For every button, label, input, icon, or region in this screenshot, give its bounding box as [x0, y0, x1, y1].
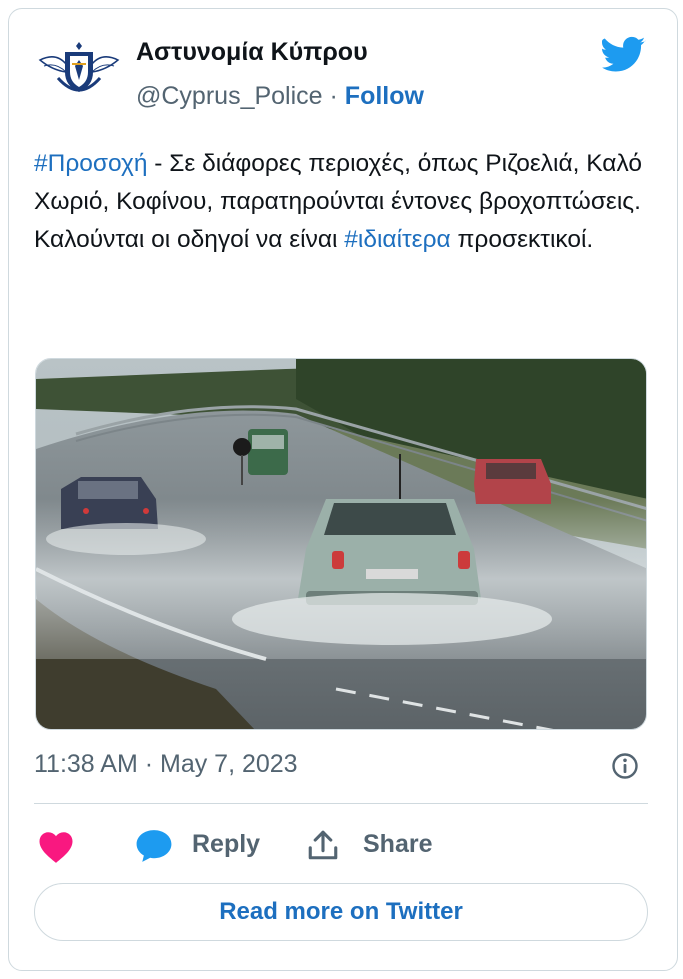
author-handle-row: @Cyprus_Police · Follow — [136, 82, 424, 111]
hashtag-link[interactable]: #ιδιαίτερα — [344, 226, 450, 253]
hashtag-link[interactable]: #Προσοχή — [34, 150, 147, 177]
reply-button[interactable]: Reply — [192, 830, 260, 859]
author-name[interactable]: Αστυνομία Κύπρου — [136, 38, 368, 67]
author-handle[interactable]: @Cyprus_Police — [136, 82, 323, 110]
share-icon[interactable] — [306, 828, 340, 862]
police-crest-avatar[interactable] — [36, 42, 122, 98]
twitter-bird-icon[interactable] — [602, 36, 646, 74]
action-bar: Reply Share — [0, 826, 683, 866]
rainy-highway-photo — [36, 359, 646, 729]
share-button[interactable]: Share — [363, 830, 432, 859]
heart-icon[interactable] — [38, 830, 74, 864]
tweet-timestamp[interactable]: 11:38 AM · May 7, 2023 — [34, 750, 298, 779]
tweet-text-segment: Καλούνται οι οδηγοί να είναι — [34, 226, 345, 253]
tweet-text-segment: προσεκτικοί. — [450, 226, 594, 253]
read-more-button[interactable]: Read more on Twitter — [34, 883, 648, 941]
info-icon[interactable] — [611, 752, 639, 780]
reply-bubble-icon[interactable] — [135, 828, 173, 864]
tweet-photo[interactable] — [35, 358, 647, 730]
separator-dot: · — [329, 82, 338, 110]
tweet-paragraph-1: #Προσοχή - Σε διάφορες περιοχές, όπως Ρι… — [34, 145, 654, 221]
tweet-text: #Προσοχή - Σε διάφορες περιοχές, όπως Ρι… — [34, 145, 654, 259]
tweet-paragraph-2: Καλούνται οι οδηγοί να είναι #ιδιαίτερα … — [34, 221, 654, 259]
divider — [34, 803, 648, 804]
follow-button[interactable]: Follow — [345, 82, 424, 110]
